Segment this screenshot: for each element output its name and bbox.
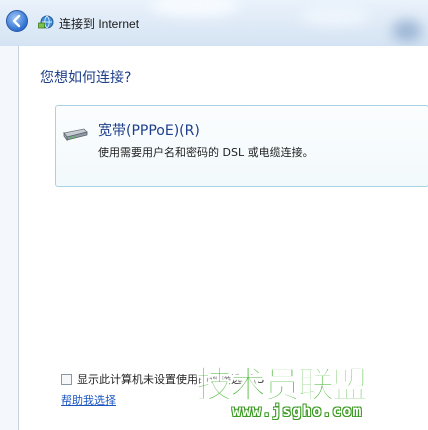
show-options-row: 显示此计算机未设置使用的连接选项(S bbox=[61, 371, 264, 387]
page-heading: 您想如何连接? bbox=[40, 70, 132, 86]
glass-highlight bbox=[300, 6, 370, 26]
back-arrow-icon bbox=[12, 14, 21, 28]
wizard-title: 连接到 Internet bbox=[59, 17, 140, 31]
option-description: 使用需要用户名和密码的 DSL 或电缆连接。 bbox=[98, 146, 314, 159]
help-me-choose-link[interactable]: 帮助我选择 bbox=[61, 392, 116, 408]
network-globe-icon bbox=[38, 15, 54, 29]
glass-highlight bbox=[150, 0, 240, 16]
glass-shadow bbox=[392, 20, 422, 42]
broadband-modem-icon bbox=[63, 128, 88, 142]
show-unconfigured-options-checkbox[interactable] bbox=[61, 373, 72, 385]
window-titlebar: 连接到 Internet bbox=[0, 0, 428, 46]
checkbox-label: 显示此计算机未设置使用的连接选项(S bbox=[77, 373, 265, 386]
back-button[interactable] bbox=[6, 10, 28, 32]
option-title: 宽带(PPPoE)(R) bbox=[98, 123, 200, 139]
wizard-content: 您想如何连接? 宽带(PPPoE)(R) 使用需要用户名和密码的 DSL 或电缆… bbox=[18, 46, 428, 430]
connection-option-broadband[interactable]: 宽带(PPPoE)(R) 使用需要用户名和密码的 DSL 或电缆连接。 bbox=[55, 105, 428, 187]
